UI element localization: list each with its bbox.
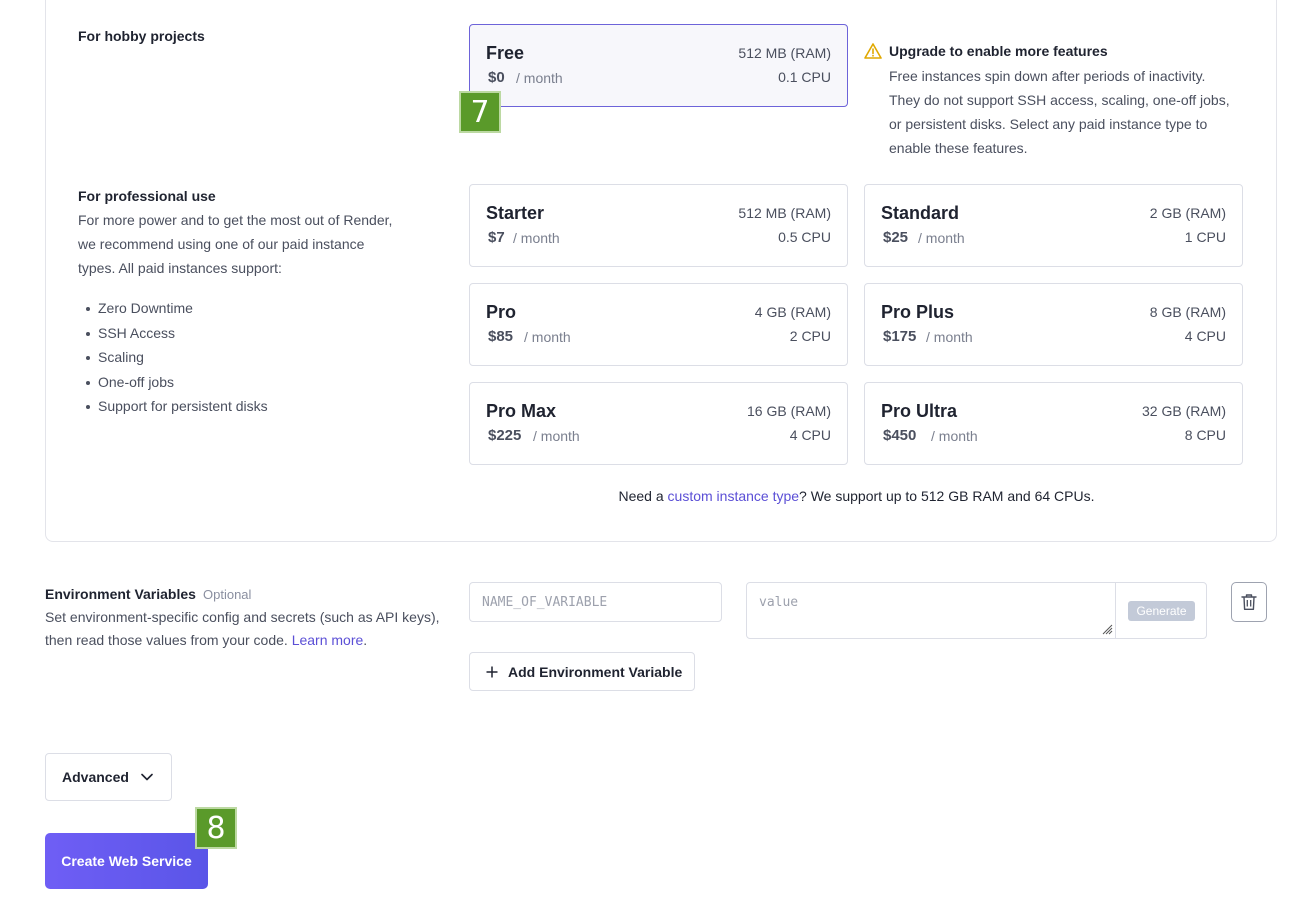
instance-card-starter[interactable]: Starter $7 / month 512 MB (RAM) 0.5 CPU bbox=[469, 184, 848, 267]
trash-icon bbox=[1241, 594, 1257, 610]
instance-card-pro-plus[interactable]: Pro Plus $175 / month 8 GB (RAM) 4 CPU bbox=[864, 283, 1243, 366]
hobby-section-title: For hobby projects bbox=[78, 28, 205, 44]
custom-instance-prefix: Need a bbox=[618, 488, 668, 504]
instance-period: / month bbox=[926, 329, 973, 345]
warning-icon bbox=[864, 43, 882, 59]
instance-cpu: 4 CPU bbox=[1184, 328, 1226, 344]
advanced-toggle-button[interactable]: Advanced bbox=[45, 753, 172, 801]
instance-ram: 2 GB (RAM) bbox=[1149, 205, 1226, 221]
chevron-down-icon bbox=[141, 773, 153, 781]
instance-card-pro-max[interactable]: Pro Max $225 / month 16 GB (RAM) 4 CPU bbox=[469, 382, 848, 465]
professional-section-title: For professional use bbox=[78, 188, 216, 204]
learn-more-link[interactable]: Learn more bbox=[292, 632, 364, 648]
instance-cpu: 0.1 CPU bbox=[778, 69, 831, 85]
env-name-input[interactable] bbox=[469, 582, 722, 622]
instance-name: Free bbox=[486, 43, 525, 63]
instance-name: Pro Max bbox=[486, 401, 557, 421]
professional-description: For more power and to get the most out o… bbox=[78, 212, 393, 276]
feature-list: Zero Downtime SSH Access Scaling One-off… bbox=[78, 296, 268, 419]
instance-card-pro-ultra[interactable]: Pro Ultra $450 / month 32 GB (RAM) 8 CPU bbox=[864, 382, 1243, 465]
instance-period: / month bbox=[513, 230, 560, 246]
instance-ram: 512 MB (RAM) bbox=[738, 205, 831, 221]
instance-price: $85 bbox=[488, 328, 514, 345]
resize-grip-icon[interactable] bbox=[1101, 623, 1113, 635]
instance-price: $225 bbox=[488, 427, 522, 444]
instance-price: $7 bbox=[488, 229, 505, 246]
instance-price: $0 bbox=[488, 69, 505, 86]
instance-period: / month bbox=[931, 428, 978, 444]
instance-name: Pro bbox=[486, 302, 517, 322]
annotation-badge-8: 8 bbox=[195, 807, 237, 849]
instance-price: $25 bbox=[883, 229, 909, 246]
instance-cpu: 2 CPU bbox=[789, 328, 831, 344]
instance-card-free[interactable]: Free $0 / month 512 MB (RAM) 0.1 CPU bbox=[469, 24, 848, 107]
feature-item: Zero Downtime bbox=[78, 296, 268, 321]
instance-ram: 4 GB (RAM) bbox=[754, 304, 831, 320]
feature-item: SSH Access bbox=[78, 321, 268, 346]
env-section-title: Environment Variables bbox=[45, 586, 196, 602]
instance-name: Pro Ultra bbox=[881, 401, 958, 421]
instance-price: $450 bbox=[883, 427, 917, 444]
env-description-period: . bbox=[363, 632, 368, 648]
instance-card-pro[interactable]: Pro $85 / month 4 GB (RAM) 2 CPU bbox=[469, 283, 848, 366]
instance-period: / month bbox=[524, 329, 571, 345]
upgrade-notice-title: Upgrade to enable more features bbox=[889, 43, 1108, 59]
instance-cpu: 1 CPU bbox=[1184, 229, 1226, 245]
plus-icon bbox=[486, 666, 498, 677]
generate-button[interactable]: Generate bbox=[1128, 601, 1195, 621]
instance-cpu: 8 CPU bbox=[1184, 427, 1226, 443]
env-value-field: Generate bbox=[746, 582, 1207, 639]
instance-ram: 512 MB (RAM) bbox=[738, 45, 831, 61]
add-env-variable-label: Add Environment Variable bbox=[508, 663, 683, 680]
delete-env-button[interactable] bbox=[1231, 582, 1267, 622]
instance-ram: 16 GB (RAM) bbox=[746, 403, 831, 419]
feature-item: One-off jobs bbox=[78, 370, 268, 395]
custom-instance-link[interactable]: custom instance type bbox=[668, 488, 800, 504]
instance-period: / month bbox=[918, 230, 965, 246]
instance-cpu: 0.5 CPU bbox=[778, 229, 831, 245]
env-description: Set environment-specific config and secr… bbox=[45, 606, 445, 652]
env-description-text: Set environment-specific config and secr… bbox=[45, 609, 440, 648]
env-value-input[interactable] bbox=[747, 583, 1116, 638]
instance-ram: 8 GB (RAM) bbox=[1149, 304, 1226, 320]
instance-name: Starter bbox=[486, 203, 545, 223]
create-web-service-button[interactable]: Create Web Service bbox=[45, 833, 208, 889]
instance-cpu: 4 CPU bbox=[789, 427, 831, 443]
advanced-label: Advanced bbox=[62, 769, 129, 785]
custom-instance-suffix: ? We support up to 512 GB RAM and 64 CPU… bbox=[799, 488, 1095, 504]
instance-price: $175 bbox=[883, 328, 917, 345]
instance-name: Pro Plus bbox=[881, 302, 955, 322]
upgrade-notice-body: Free instances spin down after periods o… bbox=[889, 68, 1230, 156]
custom-instance-note: Need a custom instance type? We support … bbox=[469, 488, 1244, 504]
feature-item: Support for persistent disks bbox=[78, 394, 268, 419]
instance-card-standard[interactable]: Standard $25 / month 2 GB (RAM) 1 CPU bbox=[864, 184, 1243, 267]
instance-period: / month bbox=[516, 70, 563, 86]
add-env-variable-button[interactable]: Add Environment Variable bbox=[469, 652, 695, 691]
instance-period: / month bbox=[533, 428, 580, 444]
feature-item: Scaling bbox=[78, 345, 268, 370]
instance-name: Standard bbox=[881, 203, 960, 223]
annotation-badge-7: 7 bbox=[459, 91, 501, 133]
optional-label: Optional bbox=[203, 587, 252, 602]
instance-ram: 32 GB (RAM) bbox=[1141, 403, 1226, 419]
